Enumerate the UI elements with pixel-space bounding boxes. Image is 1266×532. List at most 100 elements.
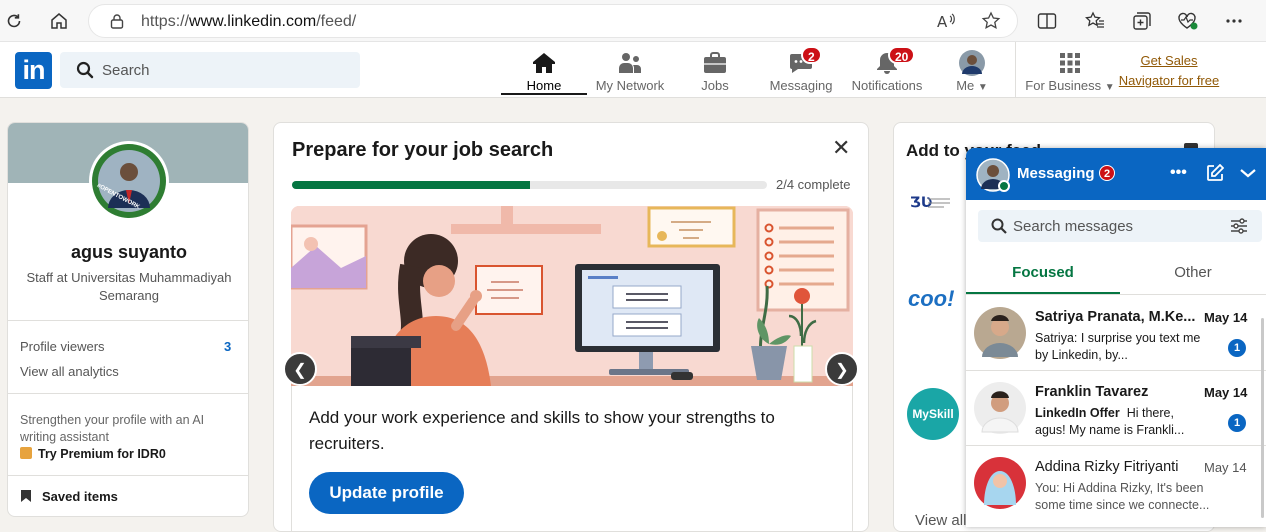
bookmark-icon	[21, 490, 31, 502]
progress-bar	[292, 181, 767, 189]
home-icon[interactable]	[47, 9, 71, 33]
ai-promo-text: Strengthen your profile with an AI writi…	[20, 413, 205, 444]
conversation-snippet: LinkedIn Offer Hi there, agus! My name i…	[1035, 406, 1185, 437]
conversation-name: Addina Rizky Fitriyanti	[1035, 459, 1179, 475]
profile-headline: Staff at Universitas Muhammadiyah Semara…	[26, 270, 232, 303]
read-aloud-icon[interactable]: A	[935, 9, 959, 33]
profile-viewers-label[interactable]: Profile viewers	[20, 339, 105, 354]
conversation-date: May 14	[1204, 460, 1247, 475]
url-text: https://www.linkedin.com/feed/	[141, 13, 357, 30]
view-analytics-link[interactable]: View all analytics	[20, 364, 119, 379]
sales-navigator-link[interactable]: Get Sales Navigator for free	[1116, 51, 1222, 91]
browser-essentials-icon[interactable]	[1176, 9, 1200, 33]
progress-fill	[292, 181, 530, 189]
messaging-title: Messaging	[1017, 165, 1095, 182]
message-search-placeholder: Search messages	[1013, 218, 1134, 235]
collections-icon[interactable]	[1130, 9, 1154, 33]
favorite-star-icon[interactable]	[979, 9, 1003, 33]
nav-me[interactable]: Me ▼	[944, 46, 1000, 96]
conversation-name: Satriya Pranata, M.Ke...	[1035, 309, 1195, 325]
update-profile-button[interactable]: Update profile	[309, 472, 464, 514]
filter-icon[interactable]	[1230, 218, 1248, 239]
avatar	[974, 382, 1026, 434]
favorites-icon[interactable]	[1083, 9, 1107, 33]
conversation-date: May 14	[1204, 310, 1248, 325]
messaging-panel: Messaging 2 ••• Search messages Focused …	[966, 148, 1266, 527]
chevron-down-icon[interactable]	[1239, 166, 1257, 184]
search-placeholder: Search	[102, 62, 150, 79]
search-icon	[76, 61, 94, 84]
grid-icon	[1059, 52, 1081, 79]
premium-icon	[20, 447, 32, 459]
linkedin-logo[interactable]: in	[15, 52, 52, 89]
close-icon[interactable]: ✕	[832, 137, 850, 159]
profile-card: #OPENTOWORK agus suyanto Staff at Univer…	[7, 122, 249, 517]
search-input[interactable]: Search	[60, 52, 360, 88]
svg-text:A: A	[937, 13, 948, 30]
conversation-snippet: You: Hi Addina Rizky, It's been some tim…	[1035, 481, 1210, 512]
carousel-prev-button[interactable]: ❮	[283, 352, 317, 386]
company-logo[interactable]: ƷƲ	[908, 191, 952, 219]
divider	[8, 393, 248, 394]
view-all-link[interactable]: View all	[915, 512, 966, 529]
conversation-date: May 14	[1204, 385, 1248, 400]
job-illustration	[291, 206, 853, 386]
home-icon	[532, 52, 556, 79]
nav-jobs[interactable]: Jobs	[684, 46, 746, 96]
more-options-icon[interactable]	[1222, 9, 1246, 33]
profile-name[interactable]: agus suyanto	[8, 242, 248, 263]
tab-focused[interactable]: Focused	[966, 254, 1120, 294]
profile-photo[interactable]: #OPENTOWORK	[89, 141, 169, 221]
conversation-item[interactable]: Addina Rizky Fitriyanti May 14 You: Hi A…	[966, 445, 1266, 527]
conversation-item[interactable]: Satriya Pranata, M.Ke... May 14 Satriya:…	[966, 295, 1266, 371]
unread-count-badge: 1	[1228, 339, 1246, 357]
progress-text: 2/4 complete	[776, 177, 851, 192]
chevron-down-icon: ▼	[977, 82, 988, 93]
conversation-name: Franklin Tavarez	[1035, 384, 1149, 400]
split-screen-icon[interactable]	[1035, 9, 1059, 33]
divider	[8, 320, 248, 321]
card-title: Prepare for your job search	[292, 139, 554, 161]
compose-icon[interactable]	[1206, 163, 1225, 187]
active-underline	[501, 93, 587, 95]
address-bar[interactable]: https://www.linkedin.com/feed/ A	[88, 4, 1018, 38]
lock-icon[interactable]	[105, 9, 129, 33]
nav-for-business[interactable]: For Business ▼	[1024, 46, 1116, 96]
divider	[1015, 42, 1016, 98]
unread-count-badge: 1	[1228, 414, 1246, 432]
avatar	[974, 457, 1026, 509]
conversation-snippet: Satriya: I surprise you text me by Linke…	[1035, 331, 1201, 362]
conversation-item[interactable]: Franklin Tavarez May 14 LinkedIn Offer H…	[966, 370, 1266, 446]
company-logo[interactable]: coo!	[908, 286, 954, 312]
company-logo[interactable]: MySkill	[907, 388, 959, 440]
linkedin-header: in Search Home My Network Jobs 2 Messagi…	[0, 42, 1266, 98]
message-search-input[interactable]: Search messages	[978, 210, 1262, 242]
avatar	[959, 50, 985, 81]
people-icon	[618, 52, 642, 79]
messaging-header[interactable]: Messaging 2 •••	[966, 148, 1266, 200]
profile-viewers-count[interactable]: 3	[224, 339, 231, 354]
scrollbar[interactable]	[1261, 318, 1264, 518]
nav-notifications[interactable]: 20 Notifications	[848, 46, 926, 96]
saved-items-link[interactable]: Saved items	[20, 489, 118, 504]
try-premium-link[interactable]: Try Premium for IDR0	[20, 447, 166, 461]
job-tip-text: Add your work experience and skills to s…	[309, 408, 775, 453]
chevron-down-icon: ▼	[1104, 82, 1115, 93]
nav-messaging[interactable]: 2 Messaging	[764, 46, 838, 96]
avatar	[976, 158, 1010, 192]
divider	[8, 475, 248, 476]
tab-other[interactable]: Other	[1120, 254, 1266, 294]
avatar	[974, 307, 1026, 359]
messaging-unread-badge: 2	[1099, 165, 1115, 181]
reload-icon[interactable]	[2, 9, 26, 33]
browser-toolbar: https://www.linkedin.com/feed/ A	[0, 0, 1266, 42]
more-options-icon[interactable]: •••	[1170, 164, 1187, 182]
job-search-card: Prepare for your job search ✕ 2/4 comple…	[273, 122, 869, 532]
messaging-badge: 2	[801, 46, 822, 64]
carousel-next-button[interactable]: ❯	[825, 352, 859, 386]
offer-tag: LinkedIn Offer	[1035, 406, 1120, 420]
notifications-badge: 20	[888, 46, 916, 64]
briefcase-icon	[703, 52, 727, 79]
nav-my-network[interactable]: My Network	[590, 46, 670, 96]
nav-home[interactable]: Home	[501, 46, 587, 96]
